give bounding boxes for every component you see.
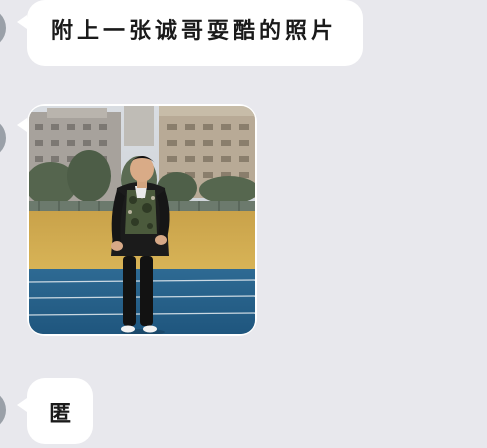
avatar[interactable]	[0, 390, 6, 430]
bubble-tail	[17, 15, 27, 29]
image-message[interactable]	[27, 104, 257, 336]
bubble-tail	[17, 398, 27, 412]
message-text: 附上一张诚哥耍酷的照片	[51, 19, 338, 44]
chat-thread: 附上一张诚哥耍酷的照片 匿	[0, 0, 487, 448]
message-text: 匿	[48, 402, 71, 427]
avatar[interactable]	[0, 118, 6, 158]
message-bubble[interactable]: 附上一张诚哥耍酷的照片	[27, 0, 363, 66]
bubble-tail	[17, 118, 27, 132]
avatar[interactable]	[0, 8, 6, 48]
message-bubble[interactable]: 匿	[27, 378, 93, 444]
photo[interactable]	[29, 106, 255, 334]
photo-image	[29, 106, 255, 334]
